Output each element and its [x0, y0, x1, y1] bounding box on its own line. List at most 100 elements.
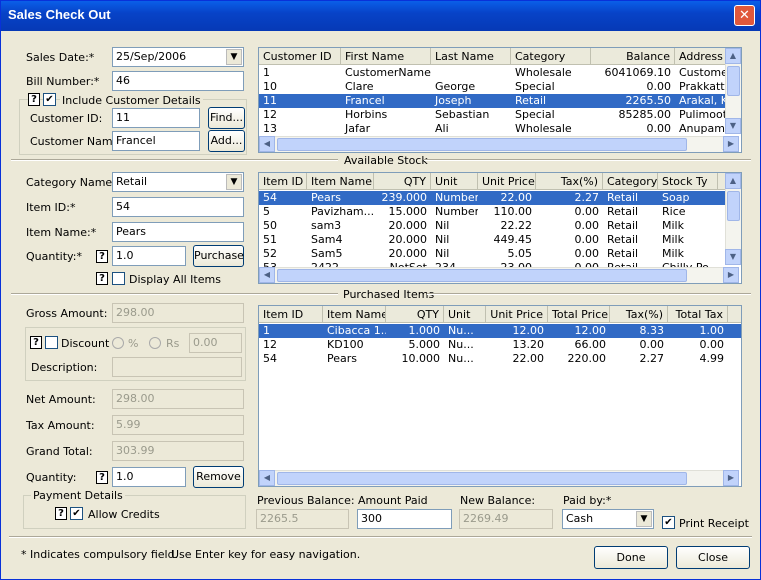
bill-number-field[interactable]: 46 [112, 71, 244, 91]
column-header[interactable]: Last Name [431, 48, 511, 65]
scroll-up-icon[interactable]: ▲ [725, 173, 741, 189]
item-id-field[interactable]: 54 [112, 197, 244, 217]
vertical-scrollbar[interactable]: ▲ ▼ [725, 173, 741, 265]
available-stock-grid[interactable]: Item ID Item Name QTY Unit Unit Price Tax(%) C… [258, 172, 742, 284]
customer-id-field[interactable]: 11 [112, 108, 200, 128]
column-header[interactable]: Balance [591, 48, 675, 65]
grid-header: Customer ID First Name Last Name Category Ba… [259, 48, 741, 65]
add-customer-button[interactable]: Add... [208, 130, 245, 152]
table-row[interactable]: 13 Jafar Ali Wholesale 0.00 Anupam [259, 122, 741, 136]
table-row[interactable]: 11 Francel Joseph Retail 2265.50 Arakal, K [259, 94, 741, 108]
scroll-down-icon[interactable]: ▼ [725, 118, 741, 134]
scroll-thumb[interactable] [727, 66, 740, 96]
discount-checkbox[interactable] [45, 336, 58, 349]
column-header[interactable]: Tax(%) [610, 306, 668, 323]
help-icon[interactable]: ? [30, 336, 42, 349]
column-header[interactable]: Item Name [307, 173, 374, 190]
horizontal-scrollbar[interactable]: ◀ ▶ [259, 267, 739, 283]
scroll-thumb[interactable] [727, 191, 740, 221]
column-header[interactable]: Unit Price [478, 173, 536, 190]
help-icon[interactable]: ? [28, 93, 40, 106]
purchase-button[interactable]: Purchase [193, 245, 244, 267]
column-header[interactable]: Unit [431, 173, 478, 190]
table-row[interactable]: 1 Cibacca 1... 1.000 Nu... 12.00 12.00 8.33 1.0… [259, 324, 741, 338]
table-row[interactable]: 12 Horbins Sebastian Special 85285.00 Pulimoo… [259, 108, 741, 122]
table-row[interactable]: 54 Pears 239.000 Number 22.00 2.27 Retail Soap [259, 191, 741, 205]
rupees-radio[interactable] [149, 337, 161, 349]
table-cell: 2.27 [639, 352, 665, 365]
help-icon[interactable]: ? [96, 471, 108, 484]
vertical-scrollbar[interactable]: ▲ ▼ [725, 48, 741, 134]
column-header[interactable]: Unit Price [486, 306, 548, 323]
scroll-right-icon[interactable]: ▶ [723, 136, 739, 152]
find-customer-button[interactable]: Find... [208, 107, 245, 129]
horizontal-scrollbar[interactable]: ◀ ▶ [259, 136, 739, 152]
table-row[interactable]: 50 sam3 20.000 Nil 22.22 0.00 Retail Milk [259, 219, 741, 233]
column-header[interactable]: Item Name [323, 306, 386, 323]
help-icon[interactable]: ? [96, 272, 108, 285]
scroll-right-icon[interactable]: ▶ [723, 470, 739, 486]
scroll-thumb[interactable] [277, 138, 687, 151]
table-row[interactable]: 1 CustomerName Wholesale 6041069.10 Custome [259, 66, 741, 80]
column-header[interactable]: QTY [386, 306, 444, 323]
column-header[interactable]: QTY [374, 173, 431, 190]
table-row[interactable]: 10 Clare George Special 0.00 Prakkatt [259, 80, 741, 94]
table-cell: 20.000 [388, 247, 428, 260]
horizontal-scrollbar[interactable]: ◀ ▶ [259, 470, 739, 486]
table-row[interactable]: 12 KD100 5.000 Nu... 13.20 66.00 0.00 0.00 [259, 338, 741, 352]
percent-label: % [128, 337, 139, 350]
quantity-field[interactable]: 1.0 [112, 246, 186, 266]
column-header[interactable]: Item ID [259, 173, 307, 190]
chevron-down-icon[interactable]: ▼ [636, 511, 652, 527]
table-row[interactable]: 5 Pavizham... 15.000 Number 110.00 0.00 Retail… [259, 205, 741, 219]
sales-date-picker[interactable]: 25/Sep/2006 ▼ [112, 47, 244, 67]
column-header[interactable]: Total Price [548, 306, 610, 323]
allow-credits-checkbox[interactable]: ✔ [70, 507, 83, 520]
table-cell: 54 [263, 191, 277, 204]
column-header[interactable]: Item ID [259, 306, 323, 323]
table-cell: Cibacca 1... [327, 324, 386, 337]
chevron-down-icon[interactable]: ▼ [226, 49, 242, 65]
close-window-icon[interactable]: ✕ [734, 5, 755, 26]
amount-paid-field[interactable]: 300 [357, 509, 452, 529]
customers-grid[interactable]: Customer ID First Name Last Name Category Ba… [258, 47, 742, 153]
paid-by-select[interactable]: Cash ▼ [562, 509, 654, 529]
scroll-left-icon[interactable]: ◀ [259, 267, 275, 283]
table-row[interactable]: 52 Sam5 20.000 Nil 5.05 0.00 Retail Milk [259, 247, 741, 261]
close-button[interactable]: Close [676, 546, 750, 569]
column-header[interactable]: Total Tax [668, 306, 728, 323]
column-header[interactable]: Category [511, 48, 591, 65]
column-header[interactable]: Tax(%) [536, 173, 603, 190]
percent-radio[interactable] [112, 337, 124, 349]
remove-quantity-field[interactable]: 1.0 [112, 467, 186, 487]
scroll-up-icon[interactable]: ▲ [725, 48, 741, 64]
scroll-left-icon[interactable]: ◀ [259, 136, 275, 152]
table-row[interactable]: 51 Sam4 20.000 Nil 449.45 0.00 Retail Milk [259, 233, 741, 247]
help-icon[interactable]: ? [96, 250, 108, 263]
scroll-thumb[interactable] [277, 472, 687, 485]
column-header[interactable]: Unit [444, 306, 486, 323]
scroll-thumb[interactable] [277, 269, 687, 282]
print-receipt-checkbox[interactable]: ✔ [662, 516, 675, 529]
category-select[interactable]: Retail ▼ [112, 172, 244, 192]
table-row[interactable]: 54 Pears 10.000 Nu... 22.00 220.00 2.27 4.99 [259, 352, 741, 366]
column-header[interactable]: First Name [341, 48, 431, 65]
chevron-down-icon[interactable]: ▼ [226, 174, 242, 190]
scroll-left-icon[interactable]: ◀ [259, 470, 275, 486]
customer-name-field[interactable]: Francel [112, 131, 200, 151]
table-cell: 1.000 [408, 324, 441, 337]
scroll-right-icon[interactable]: ▶ [723, 267, 739, 283]
column-header[interactable]: Stock Ty [658, 173, 718, 190]
column-header[interactable]: Customer ID [259, 48, 341, 65]
help-icon[interactable]: ? [55, 507, 67, 520]
item-name-field[interactable]: Pears [112, 222, 244, 242]
scroll-down-icon[interactable]: ▼ [725, 249, 741, 265]
remove-button[interactable]: Remove [193, 466, 244, 488]
include-customer-checkbox[interactable]: ✔ [43, 93, 56, 106]
column-header[interactable]: Category [603, 173, 658, 190]
done-button[interactable]: Done [594, 546, 668, 569]
table-cell: Pears [311, 191, 342, 204]
display-all-items-checkbox[interactable] [112, 272, 125, 285]
table-cell: Sam5 [311, 247, 343, 260]
purchased-items-grid[interactable]: Item ID Item Name QTY Unit Unit Price Total P… [258, 305, 742, 487]
